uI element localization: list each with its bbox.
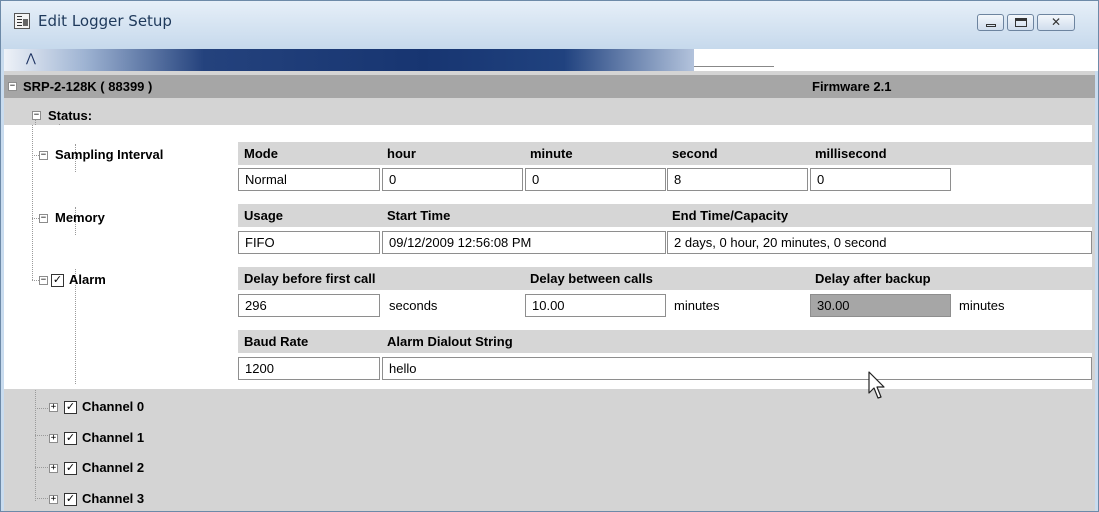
mode-field[interactable]: Normal xyxy=(238,168,380,191)
delay-between-calls-field[interactable]: 10.00 xyxy=(525,294,666,317)
channel-2-checkbox[interactable]: ✓ xyxy=(64,462,77,475)
second-header: second xyxy=(672,146,718,161)
banner-graphic: ⋀ xyxy=(4,49,694,71)
channel-3-label: Channel 3 xyxy=(82,491,145,506)
settings-panel: Mode hour minute second millisecond Norm… xyxy=(238,125,1092,389)
delay-first-call-field[interactable]: 296 xyxy=(238,294,380,317)
banner-logo-icon: ⋀ xyxy=(26,51,36,65)
tree-guide-line xyxy=(32,125,33,280)
hour-header: hour xyxy=(387,146,416,161)
tree-nodes-column: − Sampling Interval − Memory − ✓ Alarm xyxy=(4,125,238,389)
channel-0-label: Channel 0 xyxy=(82,399,145,414)
delay-first-call-unit: seconds xyxy=(389,298,438,313)
channel-1-label: Channel 1 xyxy=(82,430,145,445)
close-icon: ✕ xyxy=(1050,15,1062,29)
title-bar[interactable]: Edit Logger Setup ✕ xyxy=(1,1,1098,49)
channel-2-label: Channel 2 xyxy=(82,460,145,475)
tree-guide-line xyxy=(35,498,50,499)
mouse-pointer-icon xyxy=(868,371,885,399)
maximize-button[interactable] xyxy=(1007,14,1034,31)
delay-first-call-header: Delay before first call xyxy=(244,271,376,286)
memory-label: Memory xyxy=(55,210,105,225)
header-banner: ⋀ xyxy=(4,49,1098,71)
firmware-version: Firmware 2.1 xyxy=(812,79,892,94)
millisecond-field[interactable]: 0 xyxy=(810,168,951,191)
dialout-string-field[interactable]: hello xyxy=(382,357,1092,380)
edit-logger-setup-window: Edit Logger Setup ✕ ⋀ − SRP-2-128K ( 883 xyxy=(0,0,1099,512)
end-time-field[interactable]: 2 days, 0 hour, 20 minutes, 0 second xyxy=(667,231,1092,254)
collapse-sampling-toggle[interactable]: − xyxy=(39,151,48,160)
tree-guide-line xyxy=(35,435,50,436)
tree-guide-line xyxy=(35,408,50,409)
app-icon xyxy=(14,13,30,29)
delay-between-calls-header: Delay between calls xyxy=(530,271,653,286)
maximize-icon xyxy=(1015,18,1027,27)
sampling-interval-label: Sampling Interval xyxy=(55,147,164,162)
banner-strip xyxy=(694,49,1098,71)
alarm-label: Alarm xyxy=(69,272,106,287)
usage-header: Usage xyxy=(244,208,284,223)
sampling-header-band xyxy=(238,142,1092,165)
collapse-alarm-toggle[interactable]: − xyxy=(39,276,48,285)
minute-header: minute xyxy=(530,146,573,161)
minimize-icon xyxy=(986,24,996,27)
second-field[interactable]: 8 xyxy=(667,168,808,191)
collapse-device-toggle[interactable]: − xyxy=(8,82,17,91)
device-root-row[interactable] xyxy=(4,75,1095,98)
channel-3-checkbox[interactable]: ✓ xyxy=(64,493,77,506)
expand-channel-2-toggle[interactable]: + xyxy=(49,464,58,473)
dialout-string-header: Alarm Dialout String xyxy=(387,334,513,349)
expand-channel-1-toggle[interactable]: + xyxy=(49,434,58,443)
delay-after-backup-field[interactable]: 30.00 xyxy=(810,294,951,317)
millisecond-header: millisecond xyxy=(815,146,887,161)
tree-guide-line xyxy=(32,280,39,281)
close-button[interactable]: ✕ xyxy=(1037,14,1075,31)
tree-guide-line xyxy=(35,467,50,468)
start-time-field[interactable]: 09/12/2009 12:56:08 PM xyxy=(382,231,666,254)
setup-tree: − SRP-2-128K ( 88399 ) Firmware 2.1 − St… xyxy=(4,71,1095,511)
tree-guide-line xyxy=(32,155,39,156)
minimize-button[interactable] xyxy=(977,14,1004,31)
memory-header-band xyxy=(238,204,1092,227)
mode-header: Mode xyxy=(244,146,278,161)
expand-channel-3-toggle[interactable]: + xyxy=(49,495,58,504)
status-label: Status: xyxy=(48,108,93,123)
collapse-memory-toggle[interactable]: − xyxy=(39,214,48,223)
device-name: SRP-2-128K ( 88399 ) xyxy=(23,79,153,94)
expand-channel-0-toggle[interactable]: + xyxy=(49,403,58,412)
end-time-header: End Time/Capacity xyxy=(672,208,789,223)
hour-field[interactable]: 0 xyxy=(382,168,523,191)
dial-header-band xyxy=(238,330,1092,353)
usage-field[interactable]: FIFO xyxy=(238,231,380,254)
delay-between-calls-unit: minutes xyxy=(674,298,720,313)
minute-field[interactable]: 0 xyxy=(525,168,666,191)
baud-rate-header: Baud Rate xyxy=(244,334,309,349)
channel-0-checkbox[interactable]: ✓ xyxy=(64,401,77,414)
channel-1-checkbox[interactable]: ✓ xyxy=(64,432,77,445)
delay-after-backup-unit: minutes xyxy=(959,298,1005,313)
window-title: Edit Logger Setup xyxy=(38,12,172,30)
collapse-status-toggle[interactable]: − xyxy=(32,111,41,120)
start-time-header: Start Time xyxy=(387,208,451,223)
tree-guide-line xyxy=(32,218,39,219)
alarm-checkbox[interactable]: ✓ xyxy=(51,274,64,287)
delay-after-backup-header: Delay after backup xyxy=(815,271,931,286)
baud-rate-field[interactable]: 1200 xyxy=(238,357,380,380)
